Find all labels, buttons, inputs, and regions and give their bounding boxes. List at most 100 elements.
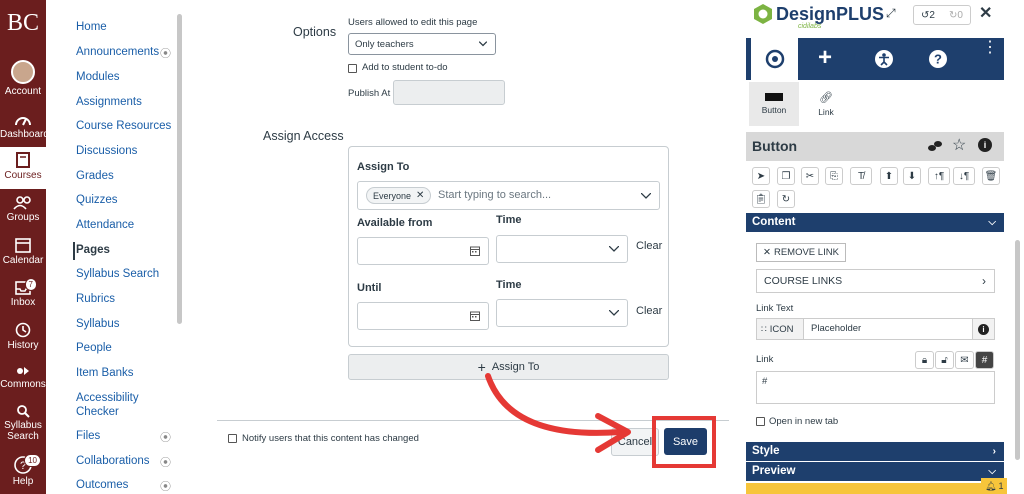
until-date[interactable] xyxy=(357,302,489,330)
options-label: Options xyxy=(293,25,337,39)
nav-courses[interactable]: Courses xyxy=(0,147,46,189)
paste-icon[interactable]: ⎘ xyxy=(825,167,843,185)
dp-tab-add-icon[interactable]: + xyxy=(818,44,832,72)
nav-calendar[interactable]: Calendar xyxy=(0,237,46,266)
nav-groups[interactable]: Groups xyxy=(0,196,46,223)
assign-to-input[interactable]: Everyone ✕ Start typing to search... xyxy=(357,181,660,210)
nav-help[interactable]: ? 10 Help xyxy=(0,454,46,487)
move-up-icon[interactable]: ⬆ xyxy=(880,167,898,185)
undo-button[interactable]: ↺2 xyxy=(921,10,935,21)
style-section-header[interactable]: Style › xyxy=(746,442,1004,461)
course-nav-modules[interactable]: Modules xyxy=(76,71,119,83)
edit-permission-select[interactable]: Only teachers xyxy=(348,33,496,55)
nav-syllabus-search[interactable]: Syllabus Search xyxy=(0,404,46,442)
button-shape-icon xyxy=(765,93,783,101)
history-icon xyxy=(15,322,31,338)
everyone-chip[interactable]: Everyone ✕ xyxy=(366,187,432,204)
svg-text:?: ? xyxy=(934,52,942,67)
close-panel-icon[interactable]: ✕ xyxy=(979,3,992,23)
help-icon[interactable]: ? xyxy=(928,49,948,69)
course-nav-item-banks[interactable]: Item Banks xyxy=(76,367,134,379)
course-nav-scrollbar[interactable] xyxy=(177,14,182,324)
clipboard-icon[interactable]: 📋︎ xyxy=(752,190,770,208)
course-nav-pages[interactable]: Pages xyxy=(76,244,110,256)
link-text-input[interactable]: Placeholder xyxy=(811,323,861,334)
accessibility-icon[interactable] xyxy=(874,49,894,69)
course-nav-accessibility-checker[interactable]: Accessibility Checker xyxy=(76,391,166,419)
clear-until[interactable]: Clear xyxy=(636,305,662,317)
course-nav-people[interactable]: People xyxy=(76,342,112,354)
hidden-eye-icon: ⦿ xyxy=(160,48,171,60)
link-text-info[interactable]: i xyxy=(972,319,994,339)
course-nav-course-resources[interactable]: Course Resources xyxy=(76,120,171,132)
nav-history[interactable]: History xyxy=(0,322,46,351)
unlock-icon[interactable]: 🔓︎ xyxy=(935,351,954,369)
chevron-right-icon: › xyxy=(982,274,986,288)
insert-paragraph-before-icon[interactable]: ↑¶ xyxy=(928,167,950,185)
notify-checkbox[interactable] xyxy=(228,434,237,443)
course-nav-home[interactable]: Home xyxy=(76,21,107,33)
trash-icon[interactable]: 🗑︎ xyxy=(982,167,1000,185)
course-nav-discussions[interactable]: Discussions xyxy=(76,145,137,157)
nav-commons[interactable]: Commons xyxy=(0,365,46,390)
new-tab-checkbox[interactable] xyxy=(756,417,765,426)
lock-icon[interactable]: 🔒︎ xyxy=(915,351,934,369)
nav-account[interactable]: Account xyxy=(0,60,46,97)
help-badge: 10 xyxy=(24,454,41,467)
course-nav-syllabus[interactable]: Syllabus xyxy=(76,318,119,330)
more-options-icon[interactable]: ⋮ xyxy=(982,40,998,56)
hash-icon[interactable]: # xyxy=(975,351,994,369)
course-nav-quizzes[interactable]: Quizzes xyxy=(76,194,118,206)
course-nav-attendance[interactable]: Attendance xyxy=(76,219,134,231)
copy-icon[interactable]: ❐ xyxy=(777,167,795,185)
favorite-star-icon[interactable]: ☆ xyxy=(952,135,966,155)
content-section-header[interactable]: Content ⌵ xyxy=(746,213,1004,232)
info-icon[interactable]: i xyxy=(978,138,992,152)
notification-bell[interactable]: 🔔︎ 1 xyxy=(981,478,1008,494)
calendar-icon xyxy=(470,311,480,321)
nav-inbox[interactable]: 7 Inbox xyxy=(0,278,46,308)
bell-icon: 🔔︎ xyxy=(985,480,997,491)
nav-dashboard[interactable]: Dashboard xyxy=(0,113,49,140)
redo-button[interactable]: ↻0 xyxy=(949,10,963,21)
remove-link-button[interactable]: ✕ REMOVE LINK xyxy=(756,243,846,262)
todo-checkbox[interactable] xyxy=(348,64,357,73)
course-nav-collaborations[interactable]: Collaborations xyxy=(76,455,150,467)
panel-scrollbar[interactable] xyxy=(1015,240,1020,460)
element-tab-button[interactable]: Button xyxy=(749,82,799,126)
course-nav-syllabus-search[interactable]: Syllabus Search xyxy=(76,268,159,280)
until-time[interactable] xyxy=(496,299,628,327)
clear-format-icon[interactable]: T̸ xyxy=(850,167,872,185)
publish-at-input[interactable] xyxy=(393,80,505,105)
refresh-icon[interactable]: ↻ xyxy=(777,190,795,208)
insert-paragraph-after-icon[interactable]: ↓¶ xyxy=(953,167,975,185)
course-nav-outcomes[interactable]: Outcomes xyxy=(76,479,128,491)
course-links-button[interactable]: COURSE LINKS › xyxy=(756,269,995,293)
save-button[interactable]: Save xyxy=(664,428,707,455)
element-tab-link[interactable]: 🔗︎ Link xyxy=(804,82,848,126)
close-icon[interactable]: ✕ xyxy=(416,190,424,201)
expand-icon[interactable]: ⤢ xyxy=(886,6,896,21)
move-down-icon[interactable]: ⬇ xyxy=(903,167,921,185)
course-nav-grades[interactable]: Grades xyxy=(76,170,114,182)
course-nav-assignments[interactable]: Assignments xyxy=(76,96,142,108)
select-pointer-icon[interactable]: ➤ xyxy=(752,167,770,185)
email-icon[interactable]: ✉ xyxy=(955,351,974,369)
available-from-time[interactable] xyxy=(496,235,628,263)
calendar-icon xyxy=(15,238,31,253)
clear-available-from[interactable]: Clear xyxy=(636,240,662,252)
undo-redo-group: ↺2 ↻0 xyxy=(913,5,971,25)
dp-tab-target[interactable] xyxy=(751,38,798,80)
book-icon xyxy=(16,152,30,168)
footprints-icon[interactable] xyxy=(926,139,944,153)
available-from-date[interactable] xyxy=(357,237,489,265)
institution-logo[interactable]: BC xyxy=(0,10,46,37)
course-nav-files[interactable]: Files xyxy=(76,430,100,442)
course-nav-rubrics[interactable]: Rubrics xyxy=(76,293,115,305)
icon-picker-button[interactable]: ∷ ICON xyxy=(757,319,804,339)
chevron-down-icon xyxy=(479,41,487,47)
course-nav-announcements[interactable]: Announcements xyxy=(76,46,159,58)
preview-section-header[interactable]: Preview ⌵ xyxy=(746,462,1004,481)
link-url-textarea[interactable]: # xyxy=(756,371,995,404)
cut-icon[interactable]: ✂ xyxy=(801,167,819,185)
